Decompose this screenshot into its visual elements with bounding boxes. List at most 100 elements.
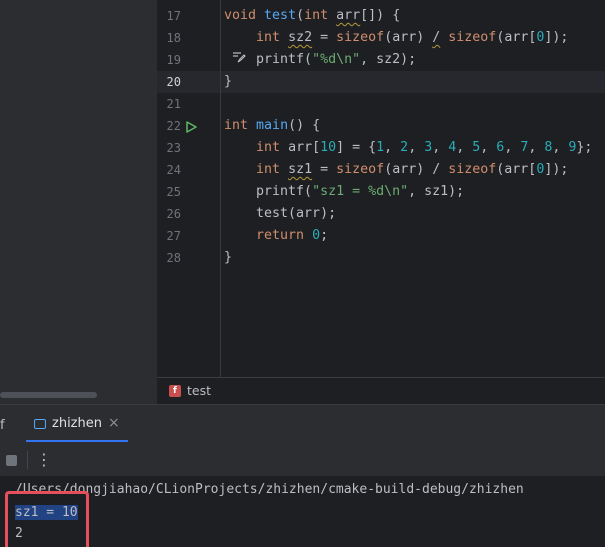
line-number[interactable]: 24 xyxy=(157,159,181,181)
more-options-icon[interactable]: ⋮ xyxy=(36,450,52,470)
project-tool-window xyxy=(0,0,157,404)
code-token: void xyxy=(224,8,257,23)
line-number[interactable]: 28 xyxy=(157,247,181,269)
line-number[interactable]: 22 xyxy=(157,115,181,137)
line-number[interactable]: 25 xyxy=(157,181,181,203)
code-token: , xyxy=(552,140,569,155)
breadcrumb-label[interactable]: test xyxy=(187,383,211,398)
code-token: sizeof xyxy=(448,162,497,177)
function-icon: f xyxy=(169,385,181,397)
code-token: , xyxy=(504,140,521,155)
line-number[interactable]: 27 xyxy=(157,225,181,247)
horizontal-scrollbar[interactable] xyxy=(0,392,97,398)
code-line[interactable]: printf("%d\n", sz2); xyxy=(224,49,416,71)
code-token: , xyxy=(408,140,425,155)
tab-label: zhizhen xyxy=(52,416,102,431)
code-token: (arr[ xyxy=(496,162,537,177)
code-token: int xyxy=(256,30,281,45)
tab-partial[interactable]: f xyxy=(0,418,5,433)
code-line[interactable]: int sz1 = sizeof(arr) / sizeof(arr[0]); xyxy=(224,159,568,181)
line-number[interactable]: 20 xyxy=(157,71,181,93)
code-line[interactable]: test(arr); xyxy=(224,203,336,225)
code-token: int xyxy=(256,162,281,177)
code-line[interactable]: void test(int arr[]) { xyxy=(224,5,400,27)
terminal-tab-icon xyxy=(34,419,46,429)
code-token: (arr) xyxy=(384,30,433,45)
code-line[interactable]: int sz2 = sizeof(arr) / sizeof(arr[0]); xyxy=(224,27,568,49)
code-token: test(arr); xyxy=(224,206,337,221)
line-number[interactable]: 23 xyxy=(157,137,181,159)
stop-icon[interactable] xyxy=(6,455,17,466)
code-token: sizeof xyxy=(336,162,385,177)
code-line[interactable]: } xyxy=(224,71,232,93)
code-token: } xyxy=(224,250,233,265)
console-path: /Users/dongjiahao/CLionProjects/zhizhen/… xyxy=(15,482,524,497)
code-token: sz1 xyxy=(288,162,313,177)
code-token: , xyxy=(480,140,497,155)
quick-fix-icon[interactable] xyxy=(232,50,246,64)
code-token: main xyxy=(256,118,289,133)
code-token: ] = { xyxy=(336,140,377,155)
gutter-separator xyxy=(220,0,221,377)
line-number[interactable]: 26 xyxy=(157,203,181,225)
code-token: ]); xyxy=(544,162,569,177)
code-token: , xyxy=(432,140,449,155)
code-token: int xyxy=(224,118,249,133)
code-token: []) { xyxy=(360,8,401,23)
code-token: ; xyxy=(320,228,329,243)
breadcrumb[interactable]: f test xyxy=(157,377,605,404)
code-token: ( xyxy=(296,8,305,23)
code-token: } xyxy=(224,74,233,89)
code-token: sz2 xyxy=(288,30,313,45)
code-line[interactable]: printf("sz1 = %d\n", sz1); xyxy=(224,181,464,203)
code-token: "%d\n" xyxy=(312,52,361,67)
code-token: sizeof xyxy=(336,30,385,45)
code-line[interactable]: } xyxy=(224,247,232,269)
line-number[interactable]: 18 xyxy=(157,27,181,49)
code-token: test xyxy=(264,8,297,23)
highlight-box xyxy=(5,491,89,547)
code-line[interactable]: int main() { xyxy=(224,115,320,137)
code-line[interactable]: return 0; xyxy=(224,225,328,247)
code-token: () { xyxy=(288,118,321,133)
toolbar-separator xyxy=(27,451,28,469)
code-token: 0 xyxy=(312,228,321,243)
code-token: 2 xyxy=(400,140,409,155)
active-tab-indicator xyxy=(26,440,128,442)
code-token: arr[ xyxy=(280,140,321,155)
code-token: ]); xyxy=(544,30,569,45)
code-token: return xyxy=(256,228,305,243)
line-number[interactable]: 19 xyxy=(157,49,181,71)
code-line[interactable]: int arr[10] = {1, 2, 3, 4, 5, 6, 7, 8, 9… xyxy=(224,137,592,159)
code-token: sizeof xyxy=(448,30,497,45)
code-token: , xyxy=(456,140,473,155)
tab-zhizhen[interactable]: zhizhen × xyxy=(26,405,128,445)
code-token: , xyxy=(528,140,545,155)
run-tool-window-tabs: f zhizhen × xyxy=(0,404,605,444)
code-token: = xyxy=(312,162,337,177)
code-token: (arr) / xyxy=(384,162,449,177)
code-token: "sz1 = %d\n" xyxy=(312,184,409,199)
line-number[interactable]: 21 xyxy=(157,93,181,115)
line-number[interactable]: 17 xyxy=(157,5,181,27)
code-token: int xyxy=(304,8,329,23)
code-token: }; xyxy=(576,140,593,155)
code-token: = xyxy=(312,30,337,45)
code-token: arr xyxy=(336,8,361,23)
code-token: , sz1); xyxy=(408,184,465,199)
run-toolbar xyxy=(0,444,605,476)
close-icon[interactable]: × xyxy=(108,415,120,431)
code-token: printf( xyxy=(224,184,313,199)
run-gutter-icon[interactable] xyxy=(184,120,198,134)
code-token: , sz2); xyxy=(360,52,417,67)
code-token: int xyxy=(256,140,281,155)
